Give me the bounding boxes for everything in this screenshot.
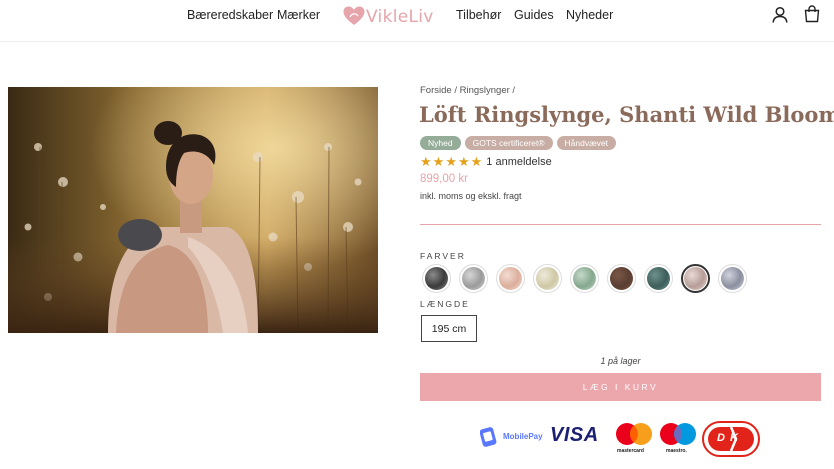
- mastercard-icon: mastercard: [614, 422, 654, 454]
- color-swatch[interactable]: [496, 264, 525, 293]
- color-swatch[interactable]: [533, 264, 562, 293]
- maestro-icon: maestro.: [658, 422, 698, 454]
- star-icon: ★: [420, 154, 432, 169]
- color-swatch-fill: [536, 267, 559, 290]
- nav-nyheder[interactable]: Nyheder: [566, 8, 613, 22]
- logo-text: VikleLiv: [366, 7, 434, 27]
- visa-icon: VISA: [550, 424, 599, 447]
- product-price: 899,00 kr: [420, 173, 468, 185]
- product-badges: Nyhed GOTS certificeret® Håndvævet: [420, 136, 616, 150]
- color-swatch[interactable]: [422, 264, 451, 293]
- mastercard-label: mastercard: [617, 448, 644, 454]
- color-swatch-fill: [647, 267, 670, 290]
- star-icon: ★: [457, 154, 470, 169]
- length-label: LÆNGDE: [420, 299, 470, 309]
- account-icon[interactable]: [772, 6, 788, 24]
- breadcrumb-forside[interactable]: Forside: [420, 85, 452, 96]
- rating[interactable]: ★ ★ ★ ★ ★ 1 anmeldelse: [420, 155, 552, 169]
- add-to-cart-button[interactable]: LÆG I KURV: [420, 373, 821, 401]
- nav-baereredskaber[interactable]: Bæreredskaber: [187, 8, 273, 22]
- color-swatch[interactable]: [607, 264, 636, 293]
- site-header: Bæreredskaber Mærker VikleLiv Tilbehør G…: [0, 0, 834, 42]
- maestro-label: maestro.: [666, 448, 687, 454]
- color-swatch[interactable]: [681, 264, 710, 293]
- stock-status: 1 på lager: [600, 356, 641, 366]
- cart-icon[interactable]: [804, 5, 820, 23]
- review-count-link[interactable]: 1 anmeldelse: [486, 156, 551, 168]
- color-swatch-fill: [462, 267, 485, 290]
- color-swatch-fill: [610, 267, 633, 290]
- color-swatch-fill: [499, 267, 522, 290]
- color-swatch[interactable]: [718, 264, 747, 293]
- visa-label: VISA: [550, 424, 599, 446]
- colors-label: FARVER: [420, 251, 466, 261]
- heart-logo-icon: [343, 6, 365, 25]
- nav-tilbehoer[interactable]: Tilbehør: [456, 8, 501, 22]
- nav-guides[interactable]: Guides: [514, 8, 554, 22]
- product-image[interactable]: [8, 87, 378, 333]
- color-swatch[interactable]: [644, 264, 673, 293]
- mobilepay-icon: MobilePay: [479, 426, 546, 453]
- dankort-label: DK: [717, 432, 743, 444]
- star-icon: ★: [432, 154, 445, 169]
- color-swatch-fill: [684, 267, 707, 290]
- badge-gots: GOTS certificeret®: [464, 136, 553, 150]
- product-title: Löft Ringslynge, Shanti Wild Bloom: [419, 102, 834, 127]
- color-swatches: [422, 264, 747, 293]
- logo[interactable]: VikleLiv: [342, 3, 438, 29]
- star-icon: ★: [445, 154, 457, 169]
- color-swatch-fill: [721, 267, 744, 290]
- breadcrumb-separator: /: [512, 85, 516, 96]
- nav-maerker[interactable]: Mærker: [277, 8, 320, 22]
- badge-haandvaevet: Håndvævet: [556, 136, 616, 150]
- mobilepay-label: MobilePay: [503, 432, 543, 441]
- length-option-195[interactable]: 195 cm: [421, 315, 477, 342]
- star-icon: ★: [470, 154, 483, 169]
- color-swatch-fill: [573, 267, 596, 290]
- divider: [420, 224, 821, 225]
- color-swatch[interactable]: [570, 264, 599, 293]
- breadcrumb: Forside / Ringslynger /: [420, 85, 515, 96]
- color-swatch-fill: [425, 267, 448, 290]
- dankort-icon: DK: [702, 421, 760, 462]
- color-swatch[interactable]: [459, 264, 488, 293]
- tax-note: inkl. moms og ekskl. fragt: [420, 191, 522, 201]
- badge-nyhed: Nyhed: [420, 136, 461, 150]
- breadcrumb-ringslynger[interactable]: Ringslynger: [460, 85, 510, 96]
